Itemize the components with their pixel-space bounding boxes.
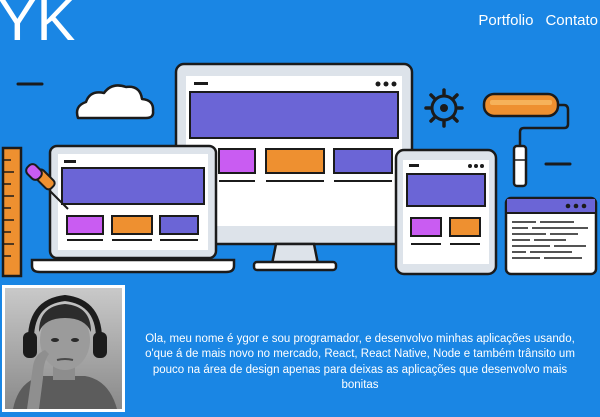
avatar bbox=[5, 288, 122, 409]
site-logo[interactable]: YK bbox=[0, 0, 75, 50]
bio-text: Ola, meu nome é ygor e sou programador, … bbox=[145, 332, 575, 392]
main-nav: Portfolio Contato bbox=[478, 12, 598, 29]
gear-icon bbox=[424, 88, 464, 128]
profile-photo bbox=[2, 285, 125, 412]
hero-illustration bbox=[1, 62, 598, 278]
laptop bbox=[30, 144, 236, 274]
cloud-icon bbox=[75, 84, 155, 120]
code-window bbox=[504, 196, 598, 276]
nav-link-portfolio[interactable]: Portfolio bbox=[478, 12, 533, 29]
tablet bbox=[394, 148, 498, 276]
ruler-icon bbox=[1, 146, 23, 278]
nav-link-contato[interactable]: Contato bbox=[545, 12, 598, 29]
